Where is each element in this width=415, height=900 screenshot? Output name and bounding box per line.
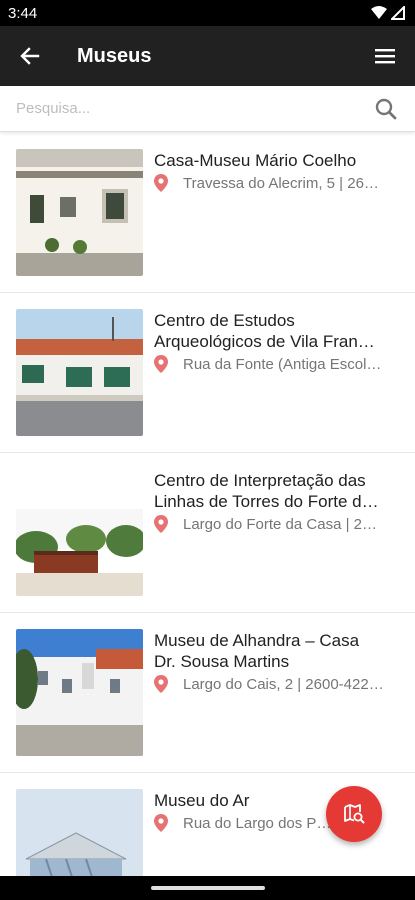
museum-address: Travessa do Alecrim, 5 | 26… xyxy=(154,174,405,192)
menu-button[interactable] xyxy=(355,26,415,86)
map-fab-button[interactable] xyxy=(326,786,382,842)
museum-name-line: Centro de Estudos xyxy=(154,311,295,330)
search-icon xyxy=(375,98,397,119)
museum-address-text: Largo do Cais, 2 | 2600-422… xyxy=(183,675,384,693)
status-bar: 3:44 xyxy=(0,0,415,26)
museum-thumbnail xyxy=(16,469,143,596)
map-pin-icon xyxy=(154,174,168,192)
status-icons xyxy=(371,6,405,20)
map-pin-icon xyxy=(154,515,168,533)
museum-name-line: Linhas de Torres do Forte d… xyxy=(154,492,379,511)
search-input[interactable]: Pesquisa... xyxy=(16,100,373,117)
museum-name: Centro de Estudos Arqueológicos de Vila … xyxy=(154,310,405,352)
signal-icon xyxy=(391,6,405,20)
museum-name: Centro de Interpretação das Linhas de To… xyxy=(154,470,405,512)
museum-name-line: Museu de Alhandra – Casa xyxy=(154,631,360,650)
museum-address: Rua da Fonte (Antiga Escol… xyxy=(154,355,405,373)
museum-name-line: Arqueológicos de Vila Fran… xyxy=(154,332,375,351)
map-pin-icon xyxy=(154,355,168,373)
museum-list: Casa-Museu Mário Coelho Travessa do Alec… xyxy=(0,133,415,900)
museum-address: Largo do Cais, 2 | 2600-422… xyxy=(154,675,405,693)
system-nav-bar xyxy=(0,876,415,900)
map-search-icon xyxy=(344,804,365,824)
back-button[interactable] xyxy=(0,26,60,86)
app-bar: Museus xyxy=(0,26,415,86)
museum-name-line: Dr. Sousa Martins xyxy=(154,652,290,671)
map-pin-icon xyxy=(154,814,168,832)
search-button[interactable] xyxy=(373,96,399,122)
search-bar: Pesquisa... xyxy=(0,86,415,132)
museum-thumbnail xyxy=(16,149,143,276)
list-item[interactable]: Museu de Alhandra – Casa Dr. Sousa Marti… xyxy=(0,613,415,773)
wifi-icon xyxy=(371,6,387,19)
map-pin-icon xyxy=(154,675,168,693)
list-item[interactable]: Casa-Museu Mário Coelho Travessa do Alec… xyxy=(0,133,415,293)
home-gesture-handle[interactable] xyxy=(150,886,265,890)
list-item[interactable]: Centro de Estudos Arqueológicos de Vila … xyxy=(0,293,415,453)
museum-name: Museu de Alhandra – Casa Dr. Sousa Marti… xyxy=(154,630,405,672)
museum-address: Largo do Forte da Casa | 2… xyxy=(154,515,405,533)
museum-name-line: Centro de Interpretação das xyxy=(154,471,366,490)
museum-name: Casa-Museu Mário Coelho xyxy=(154,150,405,171)
museum-thumbnail xyxy=(16,629,143,756)
museum-address-text: Largo do Forte da Casa | 2… xyxy=(183,515,378,533)
museum-thumbnail xyxy=(16,309,143,436)
hamburger-menu-icon xyxy=(375,49,395,64)
arrow-left-icon xyxy=(20,47,40,65)
museum-name-line: Casa-Museu Mário Coelho xyxy=(154,151,357,170)
list-item[interactable]: Centro de Interpretação das Linhas de To… xyxy=(0,453,415,613)
museum-address-text: Rua da Fonte (Antiga Escol… xyxy=(183,355,382,373)
museum-address-text: Travessa do Alecrim, 5 | 26… xyxy=(183,174,379,192)
museum-address-text: Rua do Largo dos P… xyxy=(183,814,332,832)
status-time: 3:44 xyxy=(8,4,38,22)
page-title: Museus xyxy=(77,44,152,67)
